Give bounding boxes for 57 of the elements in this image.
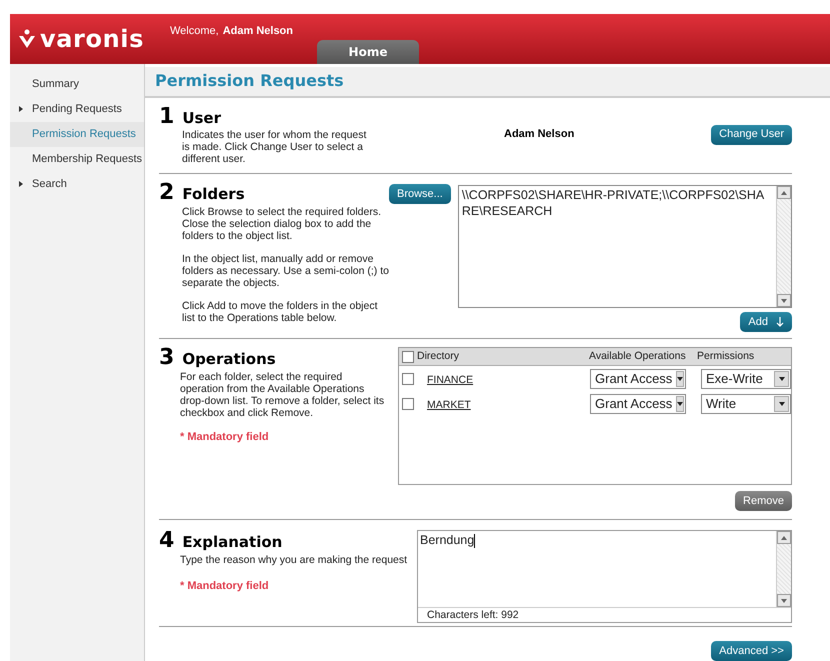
- section-title: Operations: [182, 349, 276, 370]
- scrollbar[interactable]: [776, 531, 791, 607]
- section-title: User: [182, 108, 221, 128]
- section-description: Indicates the user for whom the request is made. Click Change User to select a different user.: [182, 129, 368, 165]
- column-header: Available Operations: [588, 348, 687, 364]
- section-description: For each folder, select the required operation from the Available Operations drop-down list. To remove a folder, select its checkbox and click Remove.: [180, 370, 385, 418]
- caret-icon: [676, 370, 684, 386]
- dropdown[interactable]: Grant Access: [590, 368, 686, 388]
- sidebar-item[interactable]: Summary: [10, 72, 144, 96]
- logo-text: varonis: [40, 26, 144, 51]
- change-user-button[interactable]: Change User: [711, 124, 792, 144]
- step-number: 3: [159, 347, 174, 369]
- explanation-field[interactable]: Berndung: [418, 531, 791, 607]
- expand-arrow-icon: [19, 181, 23, 187]
- scrollbar[interactable]: [776, 186, 791, 307]
- mandatory-note: * Mandatory field: [180, 578, 270, 594]
- object-list-field[interactable]: \\CORPFS02\SHARE\HR-PRIVATE;\\CORPFS02\SHARE\RESEARCH: [458, 185, 792, 308]
- caret-icon: [676, 396, 684, 412]
- sidebar-item[interactable]: Permission Requests: [10, 122, 144, 146]
- dropdown[interactable]: Grant Access: [590, 394, 686, 414]
- step-number: 2: [159, 182, 174, 204]
- column-header: Permissions: [696, 348, 754, 364]
- directory-link[interactable]: MARKET: [427, 398, 471, 410]
- checkbox[interactable]: [402, 398, 414, 410]
- browse-button[interactable]: Browse...: [389, 184, 451, 204]
- mandatory-note: * Mandatory field: [180, 430, 270, 444]
- add-button[interactable]: Add: [740, 312, 792, 332]
- dropdown[interactable]: Write: [701, 394, 791, 414]
- user-name: Adam Nelson: [222, 24, 293, 39]
- remove-button[interactable]: Remove: [735, 491, 792, 511]
- sidebar-item[interactable]: Pending Requests: [10, 96, 144, 122]
- dropdown[interactable]: Exe-Write: [701, 368, 791, 388]
- checkbox[interactable]: [402, 350, 414, 362]
- step-number: 1: [159, 106, 174, 128]
- caret-icon: [774, 370, 789, 386]
- expand-arrow-icon: [19, 106, 23, 112]
- arrow-down-icon: [776, 317, 784, 327]
- welcome-text: Welcome,: [170, 24, 219, 39]
- section-description: Type the reason why you are making the request: [180, 554, 408, 566]
- sidebar-item[interactable]: Membership Requests: [10, 146, 144, 172]
- page-title: Permission Requests: [155, 70, 344, 92]
- home-tab[interactable]: Home: [317, 40, 419, 64]
- column-header: Directory: [417, 348, 460, 364]
- instruction-text: In the object list, manually add or remove folders as necessary. Use a semi-colon (;) to separate the objects.: [182, 252, 390, 288]
- characters-left: Characters left: 992: [418, 607, 791, 622]
- step-number: 4: [159, 530, 174, 552]
- selected-user: Adam Nelson: [504, 126, 574, 142]
- sidebar-item[interactable]: Search: [10, 172, 144, 196]
- checkbox[interactable]: [402, 372, 414, 384]
- section-title: Explanation: [182, 532, 282, 553]
- section-title: Folders: [182, 184, 245, 205]
- instruction-text: Click Add to move the folders in the object list to the Operations table below.: [182, 300, 379, 324]
- logo-icon: [18, 28, 36, 49]
- caret-icon: [774, 396, 789, 412]
- instruction-text: Click Browse to select the required folders. Close the selection dialog box to add the folders to the object list.: [182, 206, 382, 242]
- directory-link[interactable]: FINANCE: [427, 374, 474, 386]
- advanced-button[interactable]: Advanced >>: [711, 641, 792, 661]
